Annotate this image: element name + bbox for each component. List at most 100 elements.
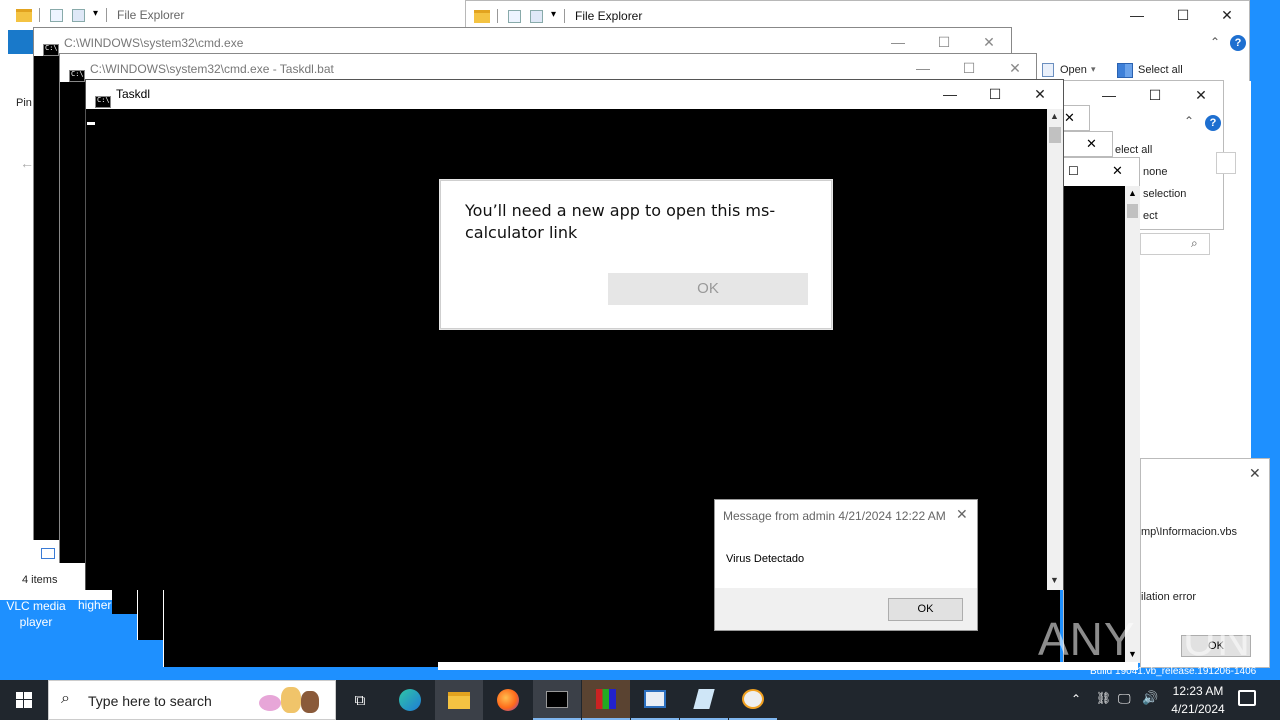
select-all-partial[interactable]: elect all <box>1115 144 1152 156</box>
chevron-down-icon[interactable]: ▾ <box>93 8 98 19</box>
maximize-button[interactable]: ☐ <box>1160 1 1206 29</box>
taskbar-search-box[interactable]: ⌕ Type here to search <box>48 680 336 720</box>
taskdl-scrollbar[interactable]: ▲ ▼ <box>1047 109 1063 590</box>
maximize-button[interactable]: ☐ <box>972 80 1018 108</box>
clock-date[interactable]: 4/21/2024 <box>1160 702 1236 716</box>
new-app-dialog[interactable]: You’ll need a new app to open this ms-ca… <box>440 180 832 329</box>
cmd1-titlebar[interactable]: C:\WINDOWS\system32\cmd.exe — ☐ ✕ <box>34 28 1011 56</box>
minimize-button[interactable]: — <box>927 80 973 108</box>
cmd2-title: C:\WINDOWS\system32\cmd.exe - Taskdl.bat <box>90 62 334 76</box>
chevron-up-icon[interactable]: ⌃ <box>1184 114 1194 128</box>
cmd-taskbar-icon[interactable] <box>533 680 581 720</box>
minimize-button[interactable]: — <box>900 54 946 82</box>
cmd-icon <box>43 44 59 56</box>
right-sidebar-panel <box>1223 81 1251 461</box>
open-button[interactable]: Open <box>1060 64 1087 76</box>
maximize-button[interactable]: ☐ <box>921 28 967 56</box>
scroll-up-arrow-icon[interactable]: ▲ <box>1050 111 1059 121</box>
scroll-thumb[interactable] <box>1127 204 1138 218</box>
cmd-icon <box>69 70 85 82</box>
divider <box>497 9 498 23</box>
admin-message-ok-button[interactable]: OK <box>888 598 963 621</box>
file-explorer-taskbar-icon[interactable] <box>435 680 483 720</box>
minimize-button[interactable]: — <box>1086 81 1132 109</box>
desktop-icon-label-partial[interactable]: higher <box>78 598 111 612</box>
admin-message-box[interactable]: Message from admin 4/21/2024 12:22 AM ✕ … <box>714 499 978 631</box>
close-icon[interactable]: ✕ <box>1249 465 1261 482</box>
script-error-text: ilation error <box>1141 591 1197 603</box>
explorer-search-box[interactable]: ⌕ <box>1140 233 1210 255</box>
scroll-down-arrow-icon[interactable]: ▼ <box>1050 575 1059 585</box>
cmd-icon <box>95 96 111 108</box>
vlc-desktop-icon-label[interactable]: VLC media player <box>4 598 68 630</box>
new-folder-icon[interactable] <box>530 10 543 23</box>
folder-icon <box>16 9 32 22</box>
script-path-text: mp\Informacion.vbs <box>1141 526 1237 538</box>
search-icon: ⌕ <box>61 690 70 707</box>
help-icon[interactable]: ? <box>1230 35 1246 51</box>
select-all-button[interactable]: Select all <box>1138 64 1183 76</box>
admin-message-body: Virus Detectado <box>726 553 805 565</box>
maximize-icon[interactable]: ☐ <box>1068 164 1079 178</box>
notifications-icon[interactable] <box>1238 690 1256 706</box>
back-arrow-icon[interactable]: ← <box>20 155 34 171</box>
stacked-cmd-scrollbar[interactable]: ▲ ▼ <box>1125 186 1140 663</box>
chevron-down-icon[interactable]: ▾ <box>1091 64 1096 75</box>
close-button[interactable]: ✕ <box>992 54 1038 82</box>
close-button[interactable]: ✕ <box>1017 80 1063 108</box>
properties-icon[interactable] <box>508 10 521 23</box>
pin-label[interactable]: Pin <box>16 97 32 109</box>
winrar-taskbar-icon[interactable] <box>582 680 630 720</box>
firefox-icon[interactable] <box>484 680 532 720</box>
chevron-up-icon[interactable]: ⌃ <box>1071 692 1081 706</box>
minimize-button[interactable]: — <box>875 28 921 56</box>
properties-icon[interactable] <box>50 9 63 22</box>
stacked-cmd-console <box>1064 186 1125 663</box>
edge-icon[interactable] <box>386 680 434 720</box>
new-folder-icon[interactable] <box>72 9 85 22</box>
maximize-button[interactable]: ☐ <box>1132 81 1178 109</box>
taskdl-title: Taskdl <box>116 87 151 101</box>
maximize-button[interactable]: ☐ <box>946 54 992 82</box>
help-icon[interactable]: ? <box>1205 115 1221 131</box>
app-window-taskbar-icon[interactable] <box>631 680 679 720</box>
invert-selection-partial[interactable]: selection <box>1143 188 1186 200</box>
explorer-left-titlebar[interactable]: ▾ File Explorer <box>0 0 466 30</box>
console-backdrop-2 <box>137 588 163 640</box>
cmd2-titlebar[interactable]: C:\WINDOWS\system32\cmd.exe - Taskdl.bat… <box>60 54 1036 82</box>
scroll-thumb[interactable] <box>1049 127 1061 143</box>
close-icon[interactable]: ✕ <box>956 506 968 523</box>
status-items-count: 4 items <box>22 574 58 586</box>
volume-icon[interactable]: 🔊 <box>1142 690 1158 706</box>
stacked-cmd-window[interactable]: ☐ ✕ ▲ ▼ <box>1063 157 1140 663</box>
chevron-up-icon[interactable]: ⌃ <box>1210 35 1220 49</box>
start-button[interactable] <box>0 680 48 720</box>
close-icon[interactable]: ✕ <box>1112 163 1123 179</box>
close-button[interactable]: ✕ <box>1178 81 1224 109</box>
new-app-ok-button[interactable]: OK <box>608 273 808 305</box>
close-button[interactable]: ✕ <box>966 28 1012 56</box>
select-none-partial[interactable]: none <box>1143 166 1167 178</box>
network-icon[interactable]: ⛓ <box>1096 691 1111 705</box>
stacked-window-a[interactable]: ✕ <box>1060 105 1090 131</box>
task-view-button[interactable]: ⧉ <box>336 680 384 720</box>
select-partial[interactable]: ect <box>1143 210 1158 222</box>
select-all-icon[interactable] <box>1117 63 1133 78</box>
stacked-window-b[interactable]: ✕ <box>1063 131 1113 157</box>
explorer-search-box-upper[interactable] <box>1216 152 1236 174</box>
paint-taskbar-icon[interactable] <box>729 680 777 720</box>
display-icon[interactable]: 🖵 <box>1118 691 1131 707</box>
view-icon[interactable] <box>41 548 55 559</box>
taskdl-titlebar[interactable]: Taskdl — ☐ ✕ <box>86 80 1063 108</box>
windows-build-text: Build 19041.vb_release.191206-1406 <box>1090 666 1257 677</box>
notepad-taskbar-icon[interactable] <box>680 680 728 720</box>
chevron-down-icon[interactable]: ▾ <box>551 9 556 20</box>
close-icon[interactable]: ✕ <box>1086 136 1097 152</box>
close-button[interactable]: ✕ <box>1204 1 1250 29</box>
scroll-up-arrow-icon[interactable]: ▲ <box>1128 188 1137 198</box>
clock-time[interactable]: 12:23 AM <box>1160 684 1236 698</box>
close-icon[interactable]: ✕ <box>1064 110 1075 126</box>
minimize-button[interactable]: — <box>1114 1 1160 29</box>
open-icon[interactable] <box>1042 63 1054 77</box>
divider <box>564 9 565 23</box>
